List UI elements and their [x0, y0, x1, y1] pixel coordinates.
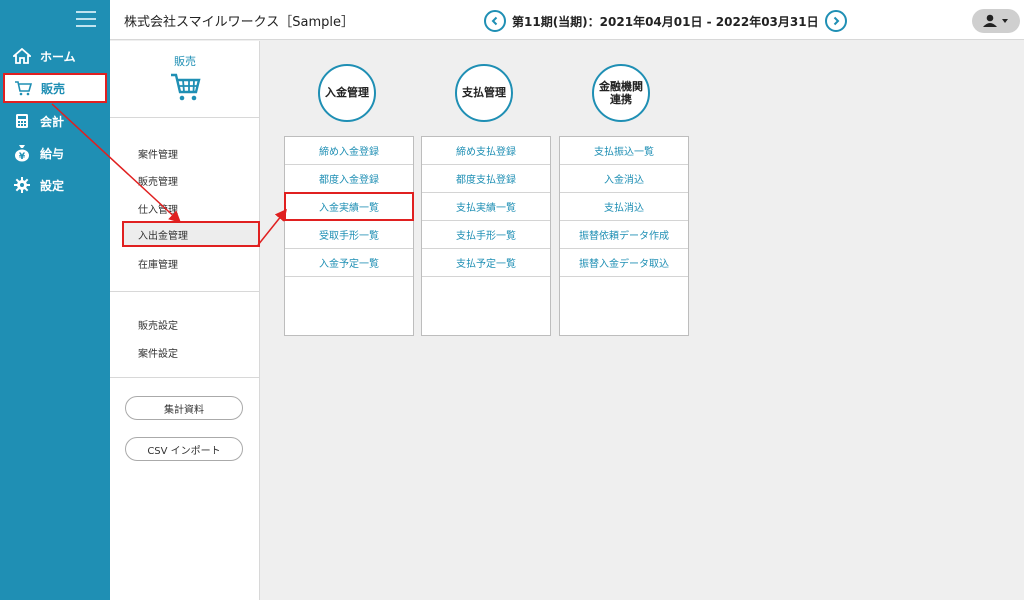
link-single-receipt-registration[interactable]: 都度入金登録 — [285, 165, 413, 193]
submenu-divider — [110, 291, 260, 292]
link-closing-receipt-registration[interactable]: 締め入金登録 — [285, 137, 413, 165]
previous-period-button[interactable] — [484, 10, 506, 32]
link-scheduled-payments-list[interactable]: 支払予定一覧 — [422, 249, 550, 277]
link-single-payment-registration[interactable]: 都度支払登録 — [422, 165, 550, 193]
nav-label-settings: 設定 — [40, 178, 65, 193]
csv-import-button[interactable]: CSV インポート — [125, 437, 243, 461]
user-icon — [983, 14, 1008, 27]
summary-reports-button[interactable]: 集計資料 — [125, 396, 243, 420]
fiscal-period-label: 第11期(当期)：2021年04月01日 - 2022年03月31日 — [512, 14, 819, 29]
submenu-item-projects[interactable]: 案件管理 — [138, 146, 178, 161]
nav-label-sales: 販売 — [41, 81, 66, 96]
submenu-item-inventory-management[interactable]: 在庫管理 — [138, 256, 178, 271]
link-import-transfer-receipt-data[interactable]: 振替入金データ取込 — [560, 249, 688, 277]
submenu-item-sales-management[interactable]: 販売管理 — [138, 173, 178, 188]
nav-item-sales[interactable]: 販売 — [3, 73, 107, 103]
link-payment-reconciliation[interactable]: 支払消込 — [560, 193, 688, 221]
link-received-bills-list[interactable]: 受取手形一覧 — [285, 221, 413, 249]
link-receipt-reconciliation[interactable]: 入金消込 — [560, 165, 688, 193]
cart-icon — [13, 79, 33, 97]
calculator-icon — [12, 112, 32, 130]
submenu-item-sales-settings[interactable]: 販売設定 — [138, 317, 178, 332]
nav-label-home: ホーム — [40, 49, 76, 64]
link-scheduled-receipts-list[interactable]: 入金予定一覧 — [285, 249, 413, 277]
submenu-divider — [110, 377, 260, 378]
category-bank-integration: 金融機関 連携 — [592, 64, 650, 122]
submenu-item-purchase-management[interactable]: 仕入管理 — [138, 201, 178, 216]
category-bank-integration-line2: 連携 — [610, 93, 632, 106]
nav-item-payroll[interactable]: ¥ 給与 — [0, 138, 110, 168]
left-nav: ホーム 販売 会計 ¥ 給与 設定 — [0, 0, 110, 600]
category-payments-management: 支払管理 — [455, 64, 513, 122]
submenu-item-project-settings[interactable]: 案件設定 — [138, 345, 178, 360]
nav-item-home[interactable]: ホーム — [0, 41, 110, 71]
gear-icon — [12, 176, 32, 194]
svg-text:¥: ¥ — [19, 152, 26, 162]
sales-submenu: 販売 案件管理 販売管理 仕入管理 入出金管理 在庫管理 販売設定 案件設定 集… — [110, 41, 260, 600]
submenu-item-cashflow-management[interactable]: 入出金管理 — [122, 221, 260, 247]
shopping-cart-icon — [169, 72, 201, 106]
link-receipt-results-list[interactable]: 入金実績一覧 — [284, 192, 414, 221]
link-payment-bills-list[interactable]: 支払手形一覧 — [422, 221, 550, 249]
link-payment-results-list[interactable]: 支払実績一覧 — [422, 193, 550, 221]
nav-item-accounting[interactable]: 会計 — [0, 106, 110, 136]
annotation-arrow — [257, 208, 287, 246]
nav-item-settings[interactable]: 設定 — [0, 170, 110, 200]
hamburger-menu-icon[interactable] — [76, 11, 96, 27]
chevron-left-icon — [491, 16, 498, 26]
nav-label-accounting: 会計 — [40, 114, 65, 129]
fiscal-period-selector: 第11期(当期)：2021年04月01日 - 2022年03月31日 — [484, 10, 847, 32]
link-create-transfer-request-data[interactable]: 振替依頼データ作成 — [560, 221, 688, 249]
submenu-title: 販売 — [174, 55, 196, 68]
next-period-button[interactable] — [824, 10, 847, 32]
link-transfer-payments-list[interactable]: 支払振込一覧 — [560, 137, 688, 165]
category-bank-links: 支払振込一覧 入金消込 支払消込 振替依頼データ作成 振替入金データ取込 — [559, 136, 689, 336]
link-closing-payment-registration[interactable]: 締め支払登録 — [422, 137, 550, 165]
home-icon — [12, 47, 32, 65]
company-name: 株式会社スマイルワークス［Sample］ — [124, 15, 354, 30]
category-bank-integration-line1: 金融機関 — [599, 79, 643, 93]
top-header: 株式会社スマイルワークス［Sample］ 第11期(当期)：2021年04月01… — [110, 0, 1024, 40]
category-payments-links: 締め支払登録 都度支払登録 支払実績一覧 支払手形一覧 支払予定一覧 — [421, 136, 551, 336]
submenu-divider — [110, 117, 260, 118]
nav-label-payroll: 給与 — [40, 146, 65, 161]
category-receipts-management: 入金管理 — [318, 64, 376, 122]
chevron-right-icon — [833, 16, 840, 26]
category-receipts-links: 締め入金登録 都度入金登録 入金実績一覧 受取手形一覧 入金予定一覧 — [284, 136, 414, 336]
user-menu-button[interactable] — [972, 9, 1020, 33]
yen-bag-icon: ¥ — [12, 144, 32, 162]
